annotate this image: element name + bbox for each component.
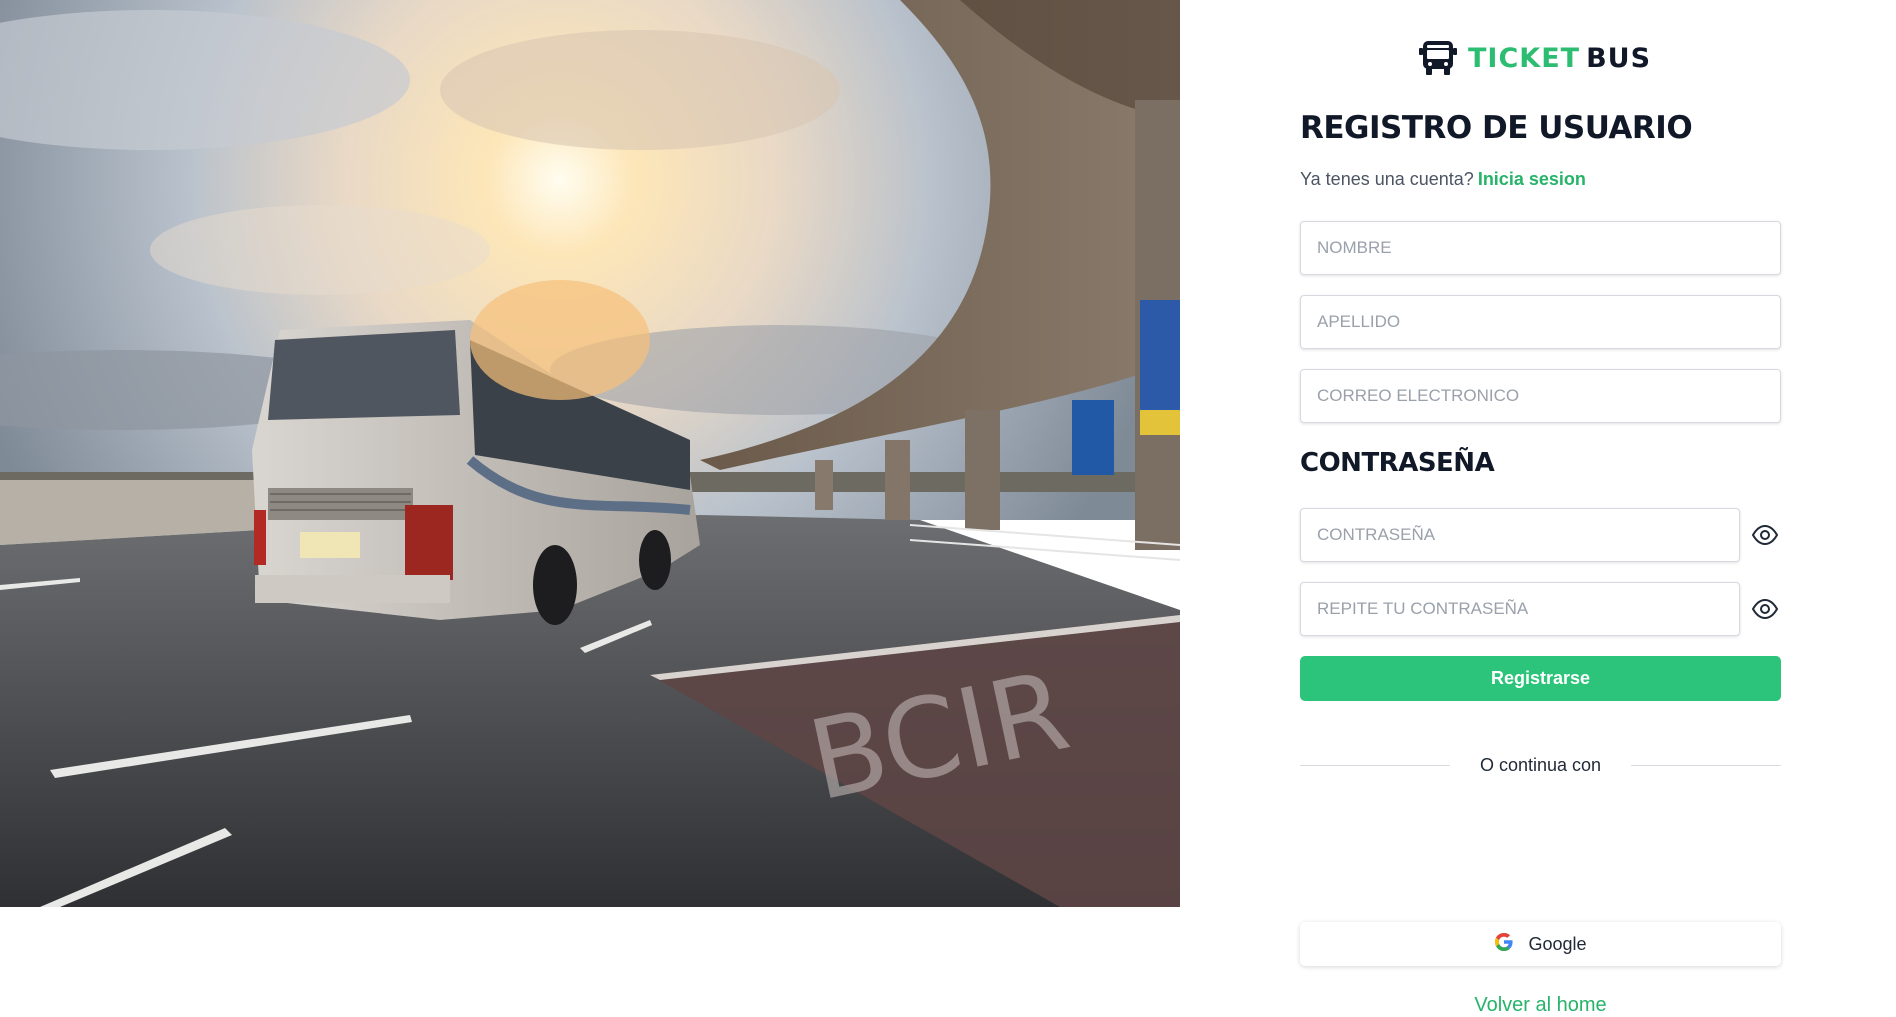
password-row (1300, 508, 1781, 562)
google-icon (1494, 932, 1514, 957)
bus-icon (1418, 40, 1458, 76)
have-account-text: Ya tenes una cuenta? (1300, 169, 1474, 189)
brand-logo[interactable]: TICKET BUS (1418, 40, 1651, 76)
divider-line-left (1300, 764, 1450, 766)
divider-line-right (1631, 764, 1782, 766)
page-title: REGISTRO DE USUARIO (1300, 110, 1693, 146)
password-repeat-input[interactable] (1300, 582, 1740, 636)
register-button[interactable]: Registrarse (1300, 656, 1781, 701)
back-home-link[interactable]: Volver al home (1300, 994, 1781, 1017)
hero-image: BCIR (0, 0, 1180, 907)
or-divider: O continua con (1300, 753, 1782, 777)
brand-ticket: TICKET (1468, 42, 1581, 74)
password-input[interactable] (1300, 508, 1740, 562)
register-form: REGISTRO DE USUARIO Ya tenes una cuenta?… (1300, 110, 1782, 1016)
login-prompt: Ya tenes una cuenta? Inicia sesion (1300, 169, 1781, 190)
login-link[interactable]: Inicia sesion (1478, 169, 1586, 189)
google-label: Google (1528, 933, 1587, 954)
brand-bus: BUS (1586, 42, 1652, 74)
apellido-input[interactable] (1300, 295, 1781, 349)
email-input[interactable] (1300, 369, 1781, 423)
nombre-input[interactable] (1300, 221, 1781, 275)
brand-name: TICKET BUS (1468, 43, 1651, 74)
eye-icon[interactable] (1750, 520, 1780, 550)
divider-text: O continua con (1479, 754, 1602, 775)
eye-icon[interactable] (1750, 594, 1780, 624)
register-panel: TICKET BUS REGISTRO DE USUARIO Ya tenes u… (1180, 0, 1896, 1016)
password-repeat-row (1300, 582, 1781, 636)
password-section-title: CONTRASEÑA (1300, 448, 1495, 478)
google-signin-button[interactable]: Google (1300, 922, 1781, 966)
